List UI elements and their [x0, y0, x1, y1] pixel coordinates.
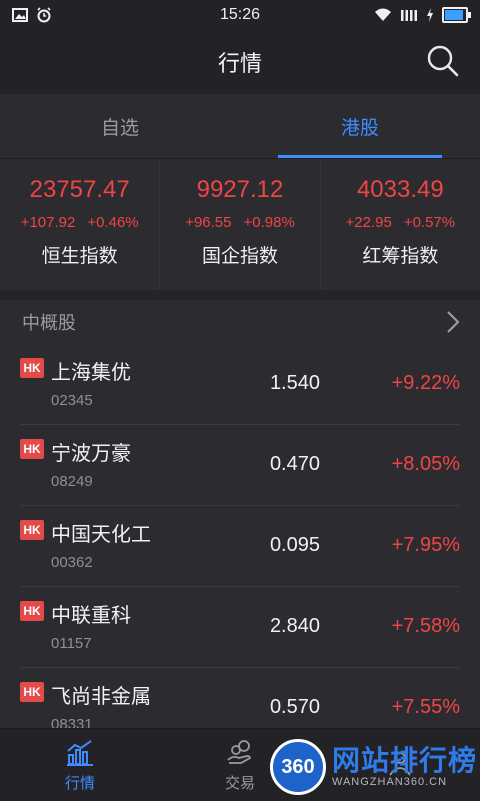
- status-left-icons: [12, 7, 52, 23]
- index-card-hscci[interactable]: 4033.49 +22.95 +0.57% 红筹指数: [321, 160, 480, 290]
- stock-price: 2.840: [269, 615, 320, 637]
- stock-code: 00362: [51, 554, 93, 571]
- stock-code: 01157: [51, 635, 92, 652]
- index-change-percent: +0.57%: [403, 214, 456, 231]
- app-header: 行情: [0, 30, 480, 94]
- stock-code: 08331: [51, 716, 93, 728]
- index-change-points: +96.55: [185, 214, 232, 231]
- tab-hk-stocks[interactable]: 港股: [240, 94, 480, 158]
- index-value: 4033.49: [356, 176, 444, 203]
- nav-market[interactable]: 行情: [0, 729, 160, 801]
- watermark-logo: 360 网站排行榜 WANGZHAN360.CN: [270, 734, 480, 800]
- index-change: +96.55 +0.98%: [185, 214, 295, 231]
- stock-name: 宁波万豪: [51, 443, 131, 465]
- watermark-title: 网站排行榜: [332, 745, 478, 776]
- table-row[interactable]: HK 飞尚非金属 08331 0.570 +7.55%: [20, 668, 460, 728]
- index-name: 恒生指数: [41, 246, 118, 267]
- index-value: 23757.47: [29, 176, 130, 203]
- alarm-icon: [37, 7, 51, 23]
- market-tabs: 自选 港股: [0, 94, 480, 159]
- market-badge: HK: [20, 358, 44, 378]
- index-name: 国企指数: [201, 246, 278, 267]
- market-badge: HK: [20, 520, 44, 540]
- index-panel: 23757.47 +107.92 +0.46% 恒生指数 9927.12 +96…: [0, 160, 480, 290]
- index-value: 9927.12: [196, 176, 284, 203]
- watermark-text: 网站排行榜 WANGZHAN360.CN: [332, 745, 478, 789]
- stock-change-percent: +7.55%: [391, 696, 460, 718]
- market-badge: HK: [20, 682, 44, 702]
- coins-icon: [227, 739, 251, 764]
- stock-code: 02345: [51, 392, 93, 409]
- index-change-percent: +0.46%: [87, 214, 139, 231]
- stock-price: 0.570: [269, 696, 320, 718]
- section-title: 中概股: [22, 313, 76, 333]
- stock-list: HK 上海集优 02345 1.540 +9.22% HK 宁波万豪 08249…: [0, 344, 480, 728]
- index-change-percent: +0.98%: [243, 214, 295, 231]
- page-title: 行情: [217, 51, 262, 76]
- stock-price: 0.470: [269, 453, 320, 475]
- market-badge: HK: [20, 601, 44, 621]
- table-row[interactable]: HK 上海集优 02345 1.540 +9.22%: [20, 344, 460, 425]
- wifi-icon: [375, 8, 391, 21]
- status-bar: 15:26: [0, 0, 480, 30]
- stock-price: 0.095: [269, 534, 320, 556]
- stock-change-percent: +7.58%: [391, 615, 460, 637]
- table-row[interactable]: HK 中联重科 01157 2.840 +7.58%: [20, 587, 460, 668]
- search-icon[interactable]: [426, 44, 460, 78]
- stock-name: 上海集优: [51, 362, 131, 384]
- signal-icon: [401, 10, 417, 21]
- stock-change-percent: +8.05%: [391, 453, 460, 475]
- chevron-right-icon: [447, 311, 460, 333]
- charging-icon: [427, 8, 433, 22]
- tab-watchlist[interactable]: 自选: [0, 94, 240, 158]
- market-badge: HK: [20, 439, 44, 459]
- section-divider: [0, 290, 480, 300]
- index-name: 红筹指数: [362, 246, 439, 267]
- table-row[interactable]: HK 宁波万豪 08249 0.470 +8.05%: [20, 425, 460, 506]
- watermark-subtitle: WANGZHAN360.CN: [332, 776, 448, 788]
- image-notification-icon: [12, 8, 28, 22]
- stock-change-percent: +9.22%: [391, 372, 460, 394]
- stock-price: 1.540: [269, 372, 320, 394]
- status-right-icons: [374, 7, 471, 23]
- index-change: +107.92 +0.46%: [21, 214, 139, 231]
- stock-change-percent: +7.95%: [391, 534, 460, 556]
- chart-icon: [67, 739, 93, 766]
- index-card-hsi[interactable]: 23757.47 +107.92 +0.46% 恒生指数: [0, 160, 161, 290]
- nav-label: 行情: [64, 774, 95, 792]
- index-change-points: +107.92: [20, 214, 76, 231]
- watermark-badge: 360: [270, 739, 326, 795]
- battery-icon: [442, 7, 471, 23]
- nav-label: 交易: [224, 774, 255, 792]
- index-card-hscei[interactable]: 9927.12 +96.55 +0.98% 国企指数: [160, 160, 321, 290]
- stock-name: 中国天化工: [51, 524, 151, 546]
- index-change: +22.95 +0.57%: [346, 214, 456, 231]
- table-row[interactable]: HK 中国天化工 00362 0.095 +7.95%: [20, 506, 460, 587]
- stock-name: 中联重科: [51, 605, 131, 627]
- index-change-points: +22.95: [345, 214, 392, 231]
- stock-code: 08249: [51, 473, 93, 490]
- section-header-china-concept[interactable]: 中概股: [0, 300, 480, 344]
- stock-name: 飞尚非金属: [51, 686, 151, 708]
